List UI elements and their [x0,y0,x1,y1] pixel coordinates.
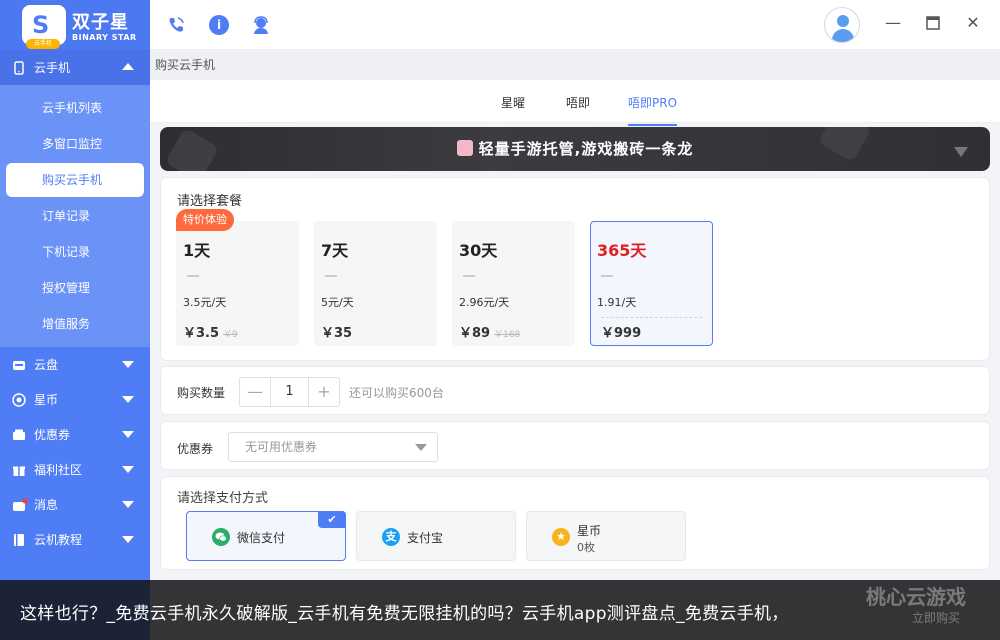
sidebar-item-orders[interactable]: 订单记录 [6,199,144,233]
payment-option-alipay[interactable]: 支 支付宝 [356,511,516,561]
close-icon[interactable]: ✕ [964,14,982,32]
caption-text: 这样也行？_免费云手机永久破解版_云手机有免费无限挂机的吗？云手机app测评盘点… [20,604,789,624]
package-7-day[interactable]: 7天 5元/天 ￥35 [314,221,437,346]
alipay-icon: 支 [382,528,400,546]
sidebar: S 云手机 双子星 BINARY STAR 云手机 云手机列表 多窗口监控 购买… [0,0,150,640]
quantity-hint: 还可以购买600台 [349,386,444,400]
sidebar-item-authorization[interactable]: 授权管理 [6,271,144,305]
phone-call-icon[interactable] [166,15,186,35]
tab-xingyao[interactable]: 星曜 [501,94,525,111]
sidebar-group-label: 福利社区 [34,463,83,477]
top-bar: i — ✕ [150,0,1000,50]
logo-subtitle: BINARY STAR [72,33,137,42]
sidebar-group-cloud-disk[interactable]: 云盘 [0,347,150,382]
info-icon[interactable]: i [209,15,229,35]
quantity-stepper: — 1 + [239,377,340,407]
section-title: 请选择支付方式 [177,491,269,506]
sidebar-item-buy-phone[interactable]: 购买云手机 [6,163,144,197]
star-coin-icon: ★ [552,528,570,546]
sidebar-group-cloud-phone[interactable]: 云手机 [0,50,150,85]
caption-overlay: 这样也行？_免费云手机永久破解版_云手机有免费无限挂机的吗？云手机app测评盘点… [0,580,1000,640]
sidebar-group-tutorials[interactable]: 云机教程 [0,522,150,557]
banner-text: 轻量手游托管,游戏搬砖一条龙 [478,140,694,158]
sidebar-group-label: 星币 [34,393,59,407]
section-title: 请选择套餐 [177,194,243,209]
sidebar-group-messages[interactable]: 消息 [0,487,150,522]
chevron-down-icon [122,396,134,403]
decrement-button[interactable]: — [240,378,270,406]
coupon-section: 优惠券 无可用优惠券 [160,421,990,470]
check-icon: ✔ [318,511,346,528]
chevron-down-icon [122,536,134,543]
logo-title: 双子星 [72,12,129,33]
breadcrumb: 购买云手机 [150,50,1000,80]
phone-icon [12,60,26,75]
tab-wuji[interactable]: 唔即 [566,94,590,111]
quantity-label: 购买数量 [177,386,226,400]
gift-icon [12,463,26,477]
quantity-input[interactable]: 1 [270,378,309,406]
payment-option-star-coin[interactable]: ★ 星币 0枚 [526,511,686,561]
package-30-day[interactable]: 30天 2.96元/天 ￥89 ￥168 [452,221,575,346]
hot-tag-badge: 特价体验 [176,209,234,231]
sidebar-group-star-coin[interactable]: 星币 [0,382,150,417]
quantity-section: 购买数量 — 1 + 还可以购买600台 [160,366,990,415]
sidebar-submenu: 云手机列表 多窗口监控 购买云手机 订单记录 下机记录 授权管理 增值服务 [0,85,150,347]
payment-option-wechat[interactable]: 微信支付 ✔ [186,511,346,561]
sidebar-group-label: 云机教程 [34,533,83,547]
star-coin-icon [12,392,26,407]
support-icon[interactable] [251,15,271,35]
gem-icon [456,140,473,156]
chevron-up-icon [122,63,134,70]
cloud-disk-icon [12,358,26,372]
chevron-down-icon [415,444,427,451]
message-icon [12,498,28,512]
package-section: 请选择套餐 1天 3.5元/天 ￥3.5 ￥9 特价体验 7天 5元/天 ￥35 … [160,177,990,361]
chevron-down-icon [122,501,134,508]
sidebar-group-label: 消息 [34,498,59,512]
sidebar-item-multi-window[interactable]: 多窗口监控 [6,127,144,161]
tutorial-icon [12,533,26,547]
coupon-label: 优惠券 [177,442,214,456]
app-logo: S 云手机 双子星 BINARY STAR [0,0,150,50]
main-content: 星曜 唔即 唔即PRO 轻量手游托管,游戏搬砖一条龙 请选择套餐 1天 3.5元… [150,80,1000,640]
wechat-icon [212,528,230,546]
increment-button[interactable]: + [309,378,339,406]
minimize-icon[interactable]: — [884,14,902,32]
sidebar-group-coupons[interactable]: 优惠券 [0,417,150,452]
coupon-icon [12,428,26,442]
chevron-down-icon [122,431,134,438]
coupon-select[interactable]: 无可用优惠券 [228,432,438,462]
package-tabs: 星曜 唔即 唔即PRO [150,80,1000,126]
sidebar-item-phone-list[interactable]: 云手机列表 [6,91,144,125]
sidebar-group-welfare[interactable]: 福利社区 [0,452,150,487]
logo-icon: S 云手机 [22,5,66,49]
watermark-text: 桃心云游戏 [866,585,966,609]
arrow-down-icon [954,147,968,157]
maximize-icon[interactable] [924,14,942,32]
watermark-subtext: 立即购买 [911,611,960,625]
promo-banner[interactable]: 轻量手游托管,游戏搬砖一条龙 [160,127,990,171]
sidebar-item-offline-records[interactable]: 下机记录 [6,235,144,269]
package-365-day[interactable]: 365天 1.91/天 ￥999 [590,221,713,346]
package-1-day[interactable]: 1天 3.5元/天 ￥3.5 ￥9 [176,221,299,346]
sidebar-item-value-added[interactable]: 增值服务 [6,307,144,341]
sidebar-group-label: 云手机 [34,61,71,75]
avatar[interactable] [824,7,860,43]
chevron-down-icon [122,361,134,368]
sidebar-group-label: 优惠券 [34,428,71,442]
chevron-down-icon [122,466,134,473]
tab-wuji-pro[interactable]: 唔即PRO [628,94,678,126]
sidebar-group-label: 云盘 [34,358,59,372]
payment-section: 请选择支付方式 微信支付 ✔ 支 支付宝 ★ 星币 0枚 [160,476,990,570]
